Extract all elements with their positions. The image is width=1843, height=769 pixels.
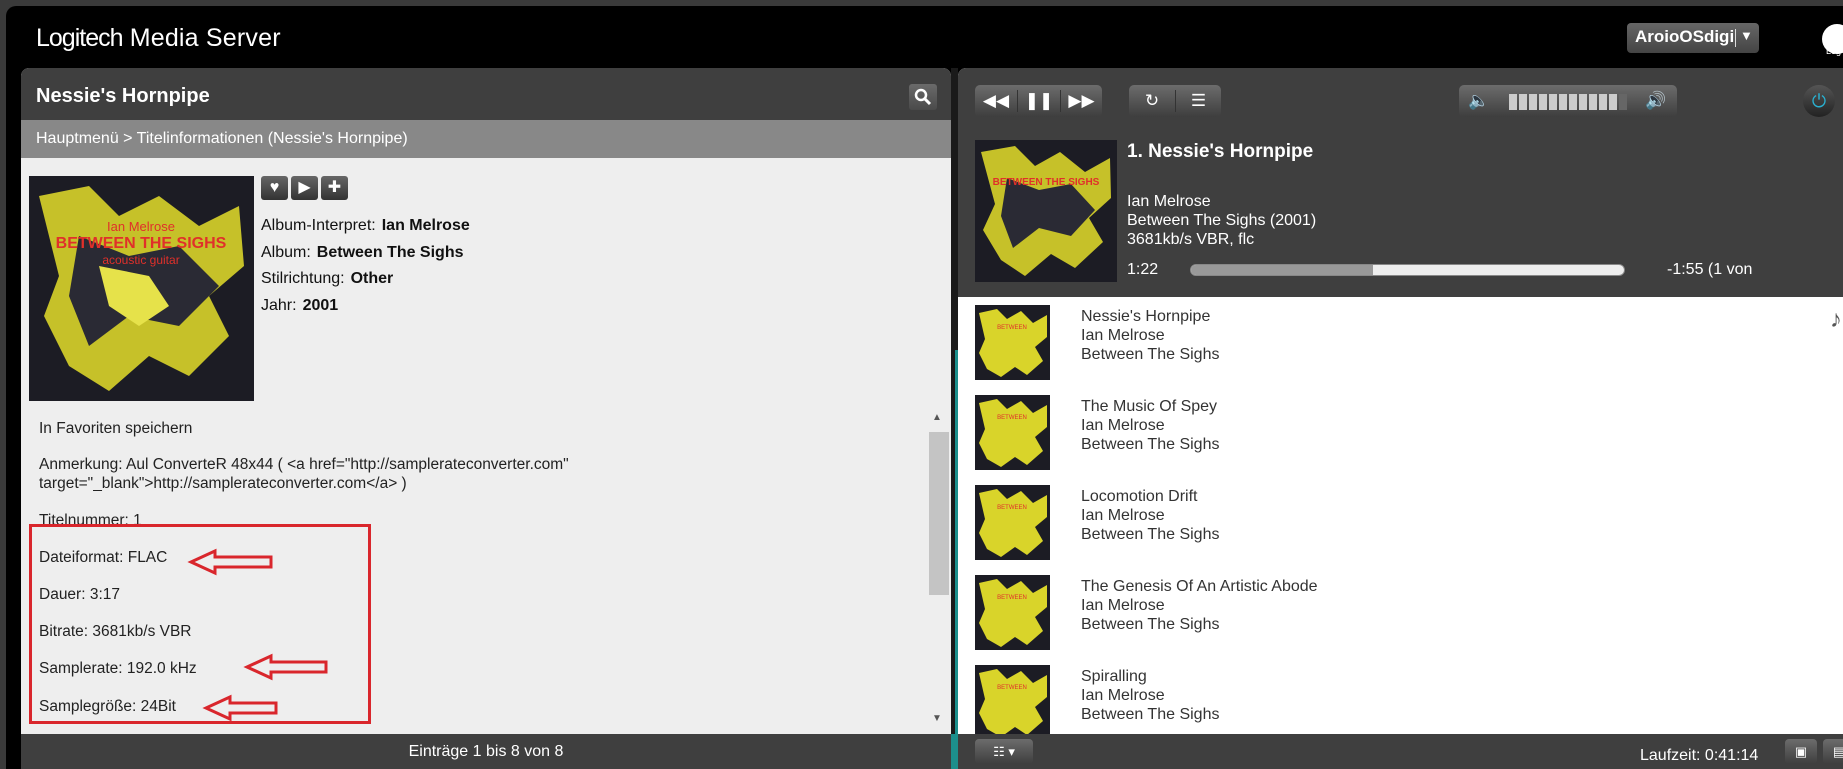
playlist-text: Locomotion Drift Ian Melrose Between The S…: [1081, 488, 1220, 543]
chevron-down-icon: ▼: [1740, 28, 1753, 43]
volume-down-button[interactable]: 🔈: [1459, 85, 1499, 117]
volume-up-button[interactable]: 🔊: [1635, 85, 1677, 117]
playlist-item[interactable]: BETWEEN Nessie's Hornpipe Ian Melrose Betw…: [958, 297, 1843, 387]
power-button[interactable]: ⏻: [1803, 85, 1835, 117]
rewind-icon: ◀◀: [982, 91, 1010, 110]
volume-bar: [1579, 94, 1587, 110]
svg-text:BETWEEN THE SIGHS: BETWEEN THE SIGHS: [993, 177, 1100, 188]
mode-controls: ↻ ☰: [1129, 85, 1221, 117]
now-playing-cover: BETWEEN THE SIGHS: [975, 140, 1117, 282]
arrow-icon: [202, 694, 278, 722]
volume-bar: [1599, 94, 1607, 110]
power-icon: ⏻: [1811, 91, 1827, 111]
repeat-icon: ↻: [1144, 91, 1160, 110]
list-icon: ☷: [993, 744, 1005, 759]
playlist-text: Nessie's Hornpipe Ian Melrose Between The …: [1081, 308, 1220, 363]
arrow-icon: [187, 548, 273, 576]
trash-icon: ▤: [1832, 744, 1843, 759]
volume-bar: [1509, 94, 1517, 110]
pause-button[interactable]: ❚❚: [1018, 85, 1060, 117]
left-panel: Nessie's Hornpipe Hauptmenü > Titelinfor…: [21, 68, 951, 769]
save-icon: ▣: [1794, 744, 1808, 759]
save-playlist-button[interactable]: ▣: [1785, 739, 1817, 764]
svg-text:BETWEEN: BETWEEN: [997, 685, 1027, 691]
elapsed-time: 1:22: [1127, 261, 1159, 278]
playlist-item[interactable]: BETWEEN The Genesis Of An Artistic Abode…: [958, 567, 1843, 657]
now-playing-artist[interactable]: Ian Melrose: [1127, 193, 1211, 211]
playlist-cover: BETWEEN: [975, 395, 1050, 470]
volume-bar: [1569, 94, 1577, 110]
volume-bar: [1609, 94, 1617, 110]
playlist-cover: BETWEEN: [975, 665, 1050, 740]
playlist-cover: BETWEEN: [975, 485, 1050, 560]
scroll-up-icon[interactable]: ▲: [932, 412, 942, 423]
shuffle-icon: ☰: [1190, 91, 1207, 110]
svg-text:BETWEEN: BETWEEN: [997, 595, 1027, 601]
scroll-down-icon[interactable]: ▼: [932, 713, 942, 724]
volume-down-icon: 🔈: [1468, 91, 1490, 110]
divider: [1735, 29, 1736, 47]
progress-bar[interactable]: [1190, 264, 1625, 276]
volume-slider[interactable]: [1509, 94, 1627, 110]
volume-controls: 🔈 🔊: [1459, 85, 1677, 117]
annotation-arrows: [187, 548, 328, 722]
now-playing-album[interactable]: Between The Sighs (2001): [1127, 212, 1316, 230]
pause-icon: ❚❚: [1024, 91, 1054, 110]
svg-text:BETWEEN: BETWEEN: [997, 505, 1027, 511]
repeat-button[interactable]: ↻: [1129, 85, 1175, 117]
now-playing-area: ◀◀ ❚❚ ▶▶ ↻ ☰ 🔈 🔊 ⏻ BETWEEN THE SIGHS 1. …: [958, 68, 1843, 297]
left-footer: Einträge 1 bis 8 von 8: [21, 734, 951, 769]
now-playing-format: 3681kb/s VBR, flc: [1127, 231, 1255, 248]
playlist-menu-button[interactable]: ☷ ▾: [975, 739, 1033, 764]
svg-text:BETWEEN: BETWEEN: [997, 325, 1027, 331]
right-footer: ☷ ▾ Laufzeit: 0:41:14 ▣ ▤: [958, 734, 1843, 769]
right-panel: ◀◀ ❚❚ ▶▶ ↻ ☰ 🔈 🔊 ⏻ BETWEEN THE SIGHS 1. …: [958, 68, 1843, 769]
arrow-icon: [243, 653, 328, 681]
logo-text: Log: [1826, 46, 1842, 56]
shuffle-button[interactable]: ☰: [1176, 85, 1221, 117]
clear-playlist-button[interactable]: ▤: [1823, 739, 1843, 764]
volume-bar: [1559, 94, 1567, 110]
playlist-cover: BETWEEN: [975, 305, 1050, 380]
forward-button[interactable]: ▶▶: [1061, 85, 1102, 117]
playlist-item[interactable]: BETWEEN The Music Of Spey Ian Melrose Betw…: [958, 387, 1843, 477]
playlist-cover: BETWEEN: [975, 575, 1050, 650]
forward-icon: ▶▶: [1068, 91, 1095, 110]
player-select[interactable]: AroioOSdigi ▼: [1627, 23, 1759, 53]
playlist-item[interactable]: BETWEEN Locomotion Drift Ian Melrose Betwe…: [958, 477, 1843, 567]
footer-accent: [951, 734, 958, 769]
volume-bar: [1529, 94, 1537, 110]
remaining-time: -1:55 (1 von: [1667, 261, 1753, 278]
runtime: Laufzeit: 0:41:14: [1640, 747, 1759, 764]
svg-text:BETWEEN: BETWEEN: [997, 415, 1027, 421]
player-name: AroioOSdigi: [1635, 27, 1735, 46]
playlist-text: The Genesis Of An Artistic Abode Ian Melr…: [1081, 578, 1318, 633]
volume-bar: [1589, 94, 1597, 110]
volume-bar: [1519, 94, 1527, 110]
volume-bar: [1539, 94, 1547, 110]
rewind-button[interactable]: ◀◀: [975, 85, 1017, 117]
chevron-down-icon: ▾: [1008, 744, 1015, 759]
transport-controls: ◀◀ ❚❚ ▶▶: [975, 85, 1102, 117]
playlist-text: The Music Of Spey Ian Melrose Between The …: [1081, 398, 1220, 453]
scrollbar-thumb[interactable]: [929, 432, 949, 595]
now-playing-title[interactable]: 1. Nessie's Hornpipe: [1127, 141, 1313, 163]
progress-fill: [1191, 265, 1373, 275]
volume-up-icon: 🔊: [1645, 91, 1667, 110]
volume-bar: [1619, 94, 1627, 110]
brand-logo: Logitech Media Server: [36, 24, 281, 52]
volume-bar: [1549, 94, 1557, 110]
playlist-text: Spiralling Ian Melrose Between The Sighs: [1081, 668, 1220, 723]
